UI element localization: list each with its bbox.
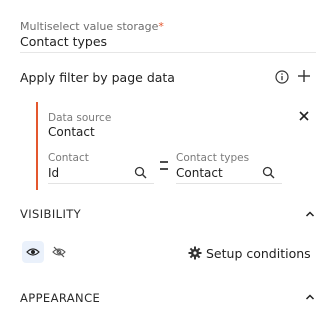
contact-column-underline — [48, 183, 154, 184]
gear-icon — [188, 246, 202, 260]
eye-off-icon — [52, 246, 66, 258]
multiselect-storage-label-text: Multiselect value storage — [20, 20, 159, 33]
contact-types-column-label: Contact types — [176, 152, 250, 164]
contact-types-column-field[interactable]: Contact — [176, 166, 223, 180]
chevron-up-icon[interactable] — [305, 293, 315, 301]
setup-conditions-label: Setup conditions — [206, 245, 311, 261]
close-icon[interactable] — [298, 110, 310, 122]
data-source-label: Data source — [48, 112, 112, 124]
add-filter-icon[interactable] — [296, 68, 312, 84]
apply-filter-title: Apply filter by page data — [20, 70, 175, 85]
required-marker: * — [158, 20, 164, 33]
equals-operator-icon[interactable] — [159, 160, 169, 172]
hidden-toggle-button[interactable] — [48, 241, 70, 263]
search-icon[interactable] — [134, 166, 147, 179]
multiselect-storage-underline — [20, 52, 316, 53]
search-icon[interactable] — [262, 166, 275, 179]
data-source-value[interactable]: Contact — [48, 125, 95, 139]
visible-toggle-button[interactable] — [22, 241, 44, 263]
chevron-up-icon[interactable] — [305, 210, 315, 218]
contact-types-column-underline — [176, 183, 282, 184]
info-icon[interactable] — [275, 70, 289, 84]
visibility-section-title[interactable]: VISIBILITY — [20, 207, 81, 221]
filter-accent-bar — [36, 102, 38, 190]
contact-column-label: Contact — [48, 152, 89, 164]
appearance-section-title[interactable]: APPEARANCE — [20, 291, 100, 305]
multiselect-storage-label: Multiselect value storage* — [20, 20, 164, 33]
multiselect-storage-field[interactable]: Contact types — [20, 34, 107, 49]
setup-conditions-button[interactable]: Setup conditions — [188, 244, 311, 262]
eye-icon — [26, 248, 40, 256]
contact-column-field[interactable]: Id — [48, 166, 59, 180]
